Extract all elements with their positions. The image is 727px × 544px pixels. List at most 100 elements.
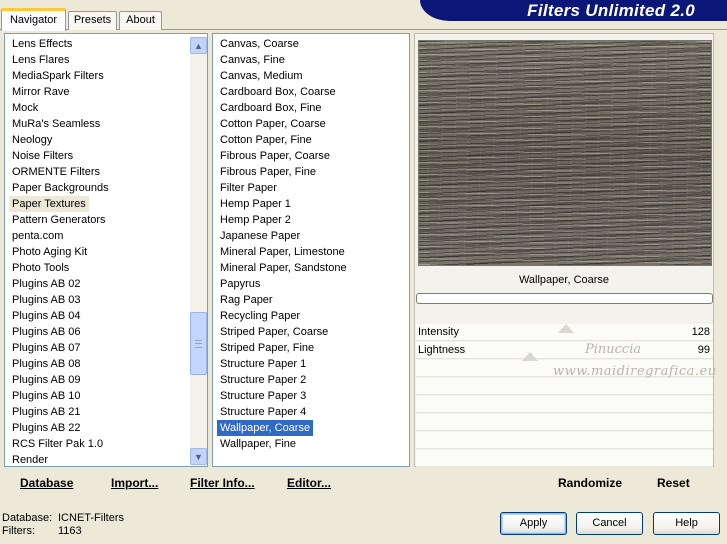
list-item[interactable]: Rag Paper [217, 292, 276, 308]
list-item[interactable]: Lens Effects [9, 36, 75, 52]
list-item[interactable]: Photo Aging Kit [9, 244, 90, 260]
param-empty-row [416, 414, 713, 431]
cancel-button[interactable]: Cancel [576, 512, 643, 535]
list-item[interactable]: Filter Paper [217, 180, 280, 196]
param-value: 128 [691, 326, 710, 338]
filter-preview-image [418, 40, 712, 266]
list-item[interactable]: Canvas, Fine [217, 52, 288, 68]
list-item[interactable]: RCS Filter Pak 1.0 [9, 436, 106, 452]
database-info-value: ICNET-Filters [58, 512, 124, 524]
param-empty-row [416, 432, 713, 449]
param-value: 99 [697, 344, 710, 356]
list-item[interactable]: Photo Tools [9, 260, 72, 276]
reset-button[interactable]: Reset [657, 476, 690, 490]
help-button[interactable]: Help [653, 512, 720, 535]
list-item[interactable]: Mineral Paper, Limestone [217, 244, 348, 260]
list-item[interactable]: Mock [9, 100, 41, 116]
list-item[interactable]: Plugins AB 02 [9, 276, 84, 292]
list-item[interactable]: MuRa's Seamless [9, 116, 103, 132]
list-item-selected[interactable]: Paper Textures [9, 196, 89, 212]
list-item[interactable]: Japanese Paper [217, 228, 303, 244]
watermark-url: www.maidiregrafica.eu [553, 364, 717, 379]
list-item[interactable]: Structure Paper 1 [217, 356, 309, 372]
list-item[interactable]: Fibrous Paper, Coarse [217, 148, 333, 164]
param-empty-row [416, 378, 713, 395]
preview-filter-name: Wallpaper, Coarse [518, 274, 610, 286]
import-label: Import... [111, 476, 159, 490]
list-item[interactable]: Cardboard Box, Fine [217, 100, 325, 116]
list-item[interactable]: Plugins AB 03 [9, 292, 84, 308]
watermark-shape [558, 324, 574, 333]
list-item[interactable]: penta.com [9, 228, 66, 244]
title-banner: Filters Unlimited 2.0 [420, 0, 727, 21]
list-item[interactable]: Lens Flares [9, 52, 72, 68]
category-list-panel: Lens Effects Lens Flares MediaSpark Filter… [4, 33, 208, 467]
list-item[interactable]: Mineral Paper, Sandstone [217, 260, 350, 276]
list-item[interactable]: Plugins AB 22 [9, 420, 84, 436]
param-empty-row [416, 396, 713, 413]
apply-button[interactable]: Apply [500, 512, 567, 535]
grip-icon [195, 340, 202, 348]
database-info-label: Database: [2, 512, 53, 524]
watermark-text: Pinuccia [585, 342, 642, 357]
param-label: Lightness [418, 344, 466, 356]
list-item[interactable]: Fibrous Paper, Fine [217, 164, 319, 180]
list-item[interactable]: Striped Paper, Coarse [217, 324, 331, 340]
list-item[interactable]: Structure Paper 3 [217, 388, 309, 404]
list-item[interactable]: Hemp Paper 2 [217, 212, 294, 228]
tab-navigator[interactable]: Navigator [1, 8, 66, 31]
list-item[interactable]: Cardboard Box, Coarse [217, 84, 339, 100]
editor-button[interactable]: Editor... [287, 476, 331, 490]
list-item[interactable]: Recycling Paper [217, 308, 303, 324]
chevron-down-icon: ▼ [194, 451, 203, 462]
scroll-down-button[interactable]: ▼ [190, 448, 207, 465]
list-item[interactable]: Striped Paper, Fine [217, 340, 317, 356]
randomize-button[interactable]: Randomize [558, 476, 622, 490]
filter-info-label: Filter Info... [190, 476, 255, 490]
list-item[interactable]: ORMENTE Filters [9, 164, 103, 180]
list-item[interactable]: Noise Filters [9, 148, 76, 164]
app-title: Filters Unlimited 2.0 [527, 1, 695, 20]
list-item[interactable]: Papyrus [217, 276, 263, 292]
list-item[interactable]: Structure Paper 4 [217, 404, 309, 420]
scroll-up-button[interactable]: ▲ [190, 37, 207, 54]
preview-panel: Wallpaper, Coarse Intensity 128 Lightnes… [414, 33, 717, 467]
list-item[interactable]: Plugins AB 10 [9, 388, 84, 404]
list-item[interactable]: Cotton Paper, Fine [217, 132, 315, 148]
list-item[interactable]: Neology [9, 132, 55, 148]
list-item[interactable]: Paper Backgrounds [9, 180, 112, 196]
list-item[interactable]: Wallpaper, Fine [217, 436, 299, 452]
list-item[interactable]: Plugins AB 08 [9, 356, 84, 372]
filters-count-label: Filters: [2, 525, 35, 537]
list-item[interactable]: Plugins AB 21 [9, 404, 84, 420]
list-item[interactable]: Structure Paper 2 [217, 372, 309, 388]
list-item[interactable]: Cotton Paper, Coarse [217, 116, 329, 132]
tab-presets[interactable]: Presets [68, 11, 117, 30]
database-button[interactable]: Database [20, 476, 73, 490]
filter-list-panel: Canvas, Coarse Canvas, Fine Canvas, Medium… [212, 33, 410, 467]
list-item[interactable]: Hemp Paper 1 [217, 196, 294, 212]
list-item[interactable]: Canvas, Medium [217, 68, 306, 84]
list-item[interactable]: Plugins AB 07 [9, 340, 84, 356]
watermark-shape [522, 352, 538, 361]
list-item[interactable]: Plugins AB 04 [9, 308, 84, 324]
list-item[interactable]: Render [9, 452, 51, 468]
scroll-thumb[interactable] [190, 312, 207, 375]
list-item[interactable]: Canvas, Coarse [217, 36, 302, 52]
list-item[interactable]: Pattern Generators [9, 212, 109, 228]
import-button[interactable]: Import... [111, 476, 158, 490]
list-item[interactable]: Plugins AB 06 [9, 324, 84, 340]
list-item[interactable]: MediaSpark Filters [9, 68, 107, 84]
tab-about[interactable]: About [119, 11, 162, 30]
database-label: Database [20, 476, 74, 490]
filter-info-button[interactable]: Filter Info... [190, 476, 255, 490]
list-item[interactable]: Plugins AB 09 [9, 372, 84, 388]
list-item[interactable]: Mirror Rave [9, 84, 72, 100]
param-empty-row [416, 450, 713, 467]
param-lightness[interactable]: Lightness 99 [416, 342, 713, 359]
progress-bar [416, 293, 713, 304]
filters-count-value: 1163 [58, 525, 82, 537]
chevron-up-icon: ▲ [194, 40, 203, 51]
category-scrollbar[interactable]: ▲ ▼ [190, 37, 207, 465]
list-item-selected[interactable]: Wallpaper, Coarse [217, 420, 314, 436]
